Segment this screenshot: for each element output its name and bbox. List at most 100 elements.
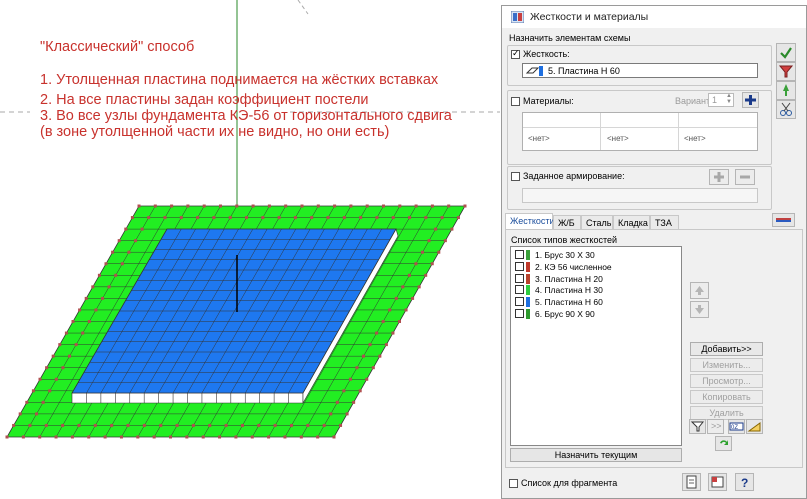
foundation-node xyxy=(45,366,49,370)
tab-stiffness[interactable]: Жесткости xyxy=(505,213,555,230)
foundation-node xyxy=(300,204,304,208)
foundation-node xyxy=(134,239,138,243)
foundation-node xyxy=(234,435,238,439)
tab-reinforced-concrete[interactable]: Ж/Б xyxy=(553,215,581,230)
list-item[interactable]: 5. Пластина Н 60 xyxy=(515,297,675,308)
copy-button[interactable]: Копировать xyxy=(690,390,763,404)
list-item[interactable]: 2. КЭ 56 численное xyxy=(515,261,675,273)
stiffness-checkbox[interactable] xyxy=(511,48,520,59)
list-item[interactable]: 3. Пластина Н 20 xyxy=(515,273,675,285)
foundation-node xyxy=(18,412,22,416)
svg-text:?: ? xyxy=(741,476,748,490)
stiffness-value-text: 5. Пластина Н 60 xyxy=(548,66,620,76)
foundation-node xyxy=(201,435,205,439)
foundation-node xyxy=(142,423,146,427)
reinforcement-checkbox[interactable] xyxy=(511,172,520,181)
variant-spinner[interactable]: 1 ▲ ▼ xyxy=(708,93,734,107)
refresh-button[interactable] xyxy=(715,436,732,451)
foundation-node xyxy=(322,423,326,427)
apply-button[interactable] xyxy=(776,43,796,62)
table-icon xyxy=(711,476,724,488)
table-view-button[interactable] xyxy=(708,473,727,491)
foundation-node xyxy=(267,435,271,439)
stiffness-materials-dialog: Жесткости и материалы Назначить элемента… xyxy=(501,5,807,499)
foundation-node xyxy=(284,204,288,208)
stiffness-color-swatch xyxy=(526,285,530,296)
foundation-node xyxy=(299,435,303,439)
foundation-node xyxy=(84,296,88,300)
foundation-node xyxy=(352,400,356,404)
list-item[interactable]: 1. Брус 30 Х 30 xyxy=(515,250,675,261)
materials-table: <нет> <нет> <нет> xyxy=(522,112,758,151)
foundation-node xyxy=(348,377,352,381)
foundation-node xyxy=(345,412,349,416)
foundation-node xyxy=(208,423,212,427)
cut-button[interactable] xyxy=(776,100,796,119)
foundation-node xyxy=(228,216,232,220)
view-button[interactable]: Просмотр... xyxy=(690,374,763,388)
foundation-node xyxy=(159,423,163,427)
foundation-node xyxy=(368,343,372,347)
add-material-button[interactable] xyxy=(742,92,759,108)
tab-steel[interactable]: Сталь xyxy=(581,215,613,230)
foundation-node xyxy=(456,216,460,220)
stiffness-value-field[interactable]: 5. Пластина Н 60 xyxy=(522,63,758,78)
foundation-node xyxy=(310,216,314,220)
forward-button[interactable]: >> xyxy=(707,419,724,434)
foundation-node xyxy=(117,239,121,243)
foundation-node xyxy=(273,423,277,427)
fragment-list-checkbox[interactable] xyxy=(509,479,518,488)
set-current-button[interactable]: Назначить текущим xyxy=(510,448,682,462)
foundation-node xyxy=(5,435,9,439)
foundation-node xyxy=(267,204,271,208)
remove-reinforcement-button[interactable] xyxy=(735,169,755,185)
add-button[interactable]: Добавить>> xyxy=(690,342,763,356)
foundation-node xyxy=(394,296,398,300)
arrow-down-icon xyxy=(695,305,704,314)
document-button[interactable] xyxy=(682,473,701,491)
pick-button[interactable] xyxy=(776,81,796,100)
foundation-node xyxy=(391,331,395,335)
filter-icon xyxy=(778,65,794,78)
foundation-node xyxy=(64,331,68,335)
foundation-node xyxy=(277,216,281,220)
diagonal-guide xyxy=(297,0,309,15)
foundation-node xyxy=(191,423,195,427)
list-item[interactable]: 6. Брус 90 Х 90 xyxy=(515,309,675,320)
tab-masonry[interactable]: Кладка xyxy=(613,215,650,230)
list-item[interactable]: 4. Пластина Н 30 xyxy=(515,285,675,296)
foundation-node xyxy=(359,216,363,220)
foundation-node xyxy=(175,423,179,427)
model-viewport[interactable]: "Классический" способ 1. Утолщенная плас… xyxy=(0,0,500,499)
list-filter-button[interactable] xyxy=(689,419,706,434)
stiffness-list[interactable]: 1. Брус 30 Х 30 2. КЭ 56 численное 3. Плас… xyxy=(510,246,682,446)
compare-icon: 0Z xyxy=(729,422,744,431)
filter-button[interactable] xyxy=(776,62,796,81)
stiffness-color-swatch xyxy=(526,261,530,272)
move-down-button[interactable] xyxy=(690,301,709,318)
delete-button[interactable]: Удалить xyxy=(690,406,763,420)
tab-tza[interactable]: ТЗА xyxy=(650,215,679,230)
foundation-node xyxy=(420,250,424,254)
foundation-node xyxy=(101,296,105,300)
foundation-node xyxy=(388,308,392,312)
foundation-node xyxy=(87,320,91,323)
palette-button[interactable] xyxy=(772,213,795,227)
materials-checkbox[interactable] xyxy=(511,97,520,106)
settings-button[interactable] xyxy=(746,419,763,434)
foundation-node xyxy=(170,204,174,208)
move-up-button[interactable] xyxy=(690,282,709,299)
minus-icon xyxy=(740,175,750,179)
palette-icon xyxy=(776,218,791,222)
add-reinforcement-button[interactable] xyxy=(709,169,729,185)
foundation-node xyxy=(261,216,265,220)
annotation-line-4: (в зоне утолщенной части их не видно, но… xyxy=(40,124,390,140)
foundation-node xyxy=(434,227,438,231)
foundation-node xyxy=(51,354,55,358)
edit-button[interactable]: Изменить... xyxy=(690,358,763,372)
foundation-node xyxy=(74,343,78,347)
compare-button[interactable]: 0Z xyxy=(728,419,745,434)
foundation-node xyxy=(342,216,346,220)
help-button[interactable]: ? xyxy=(735,473,754,491)
dialog-title: Жесткости и материалы xyxy=(530,11,649,23)
